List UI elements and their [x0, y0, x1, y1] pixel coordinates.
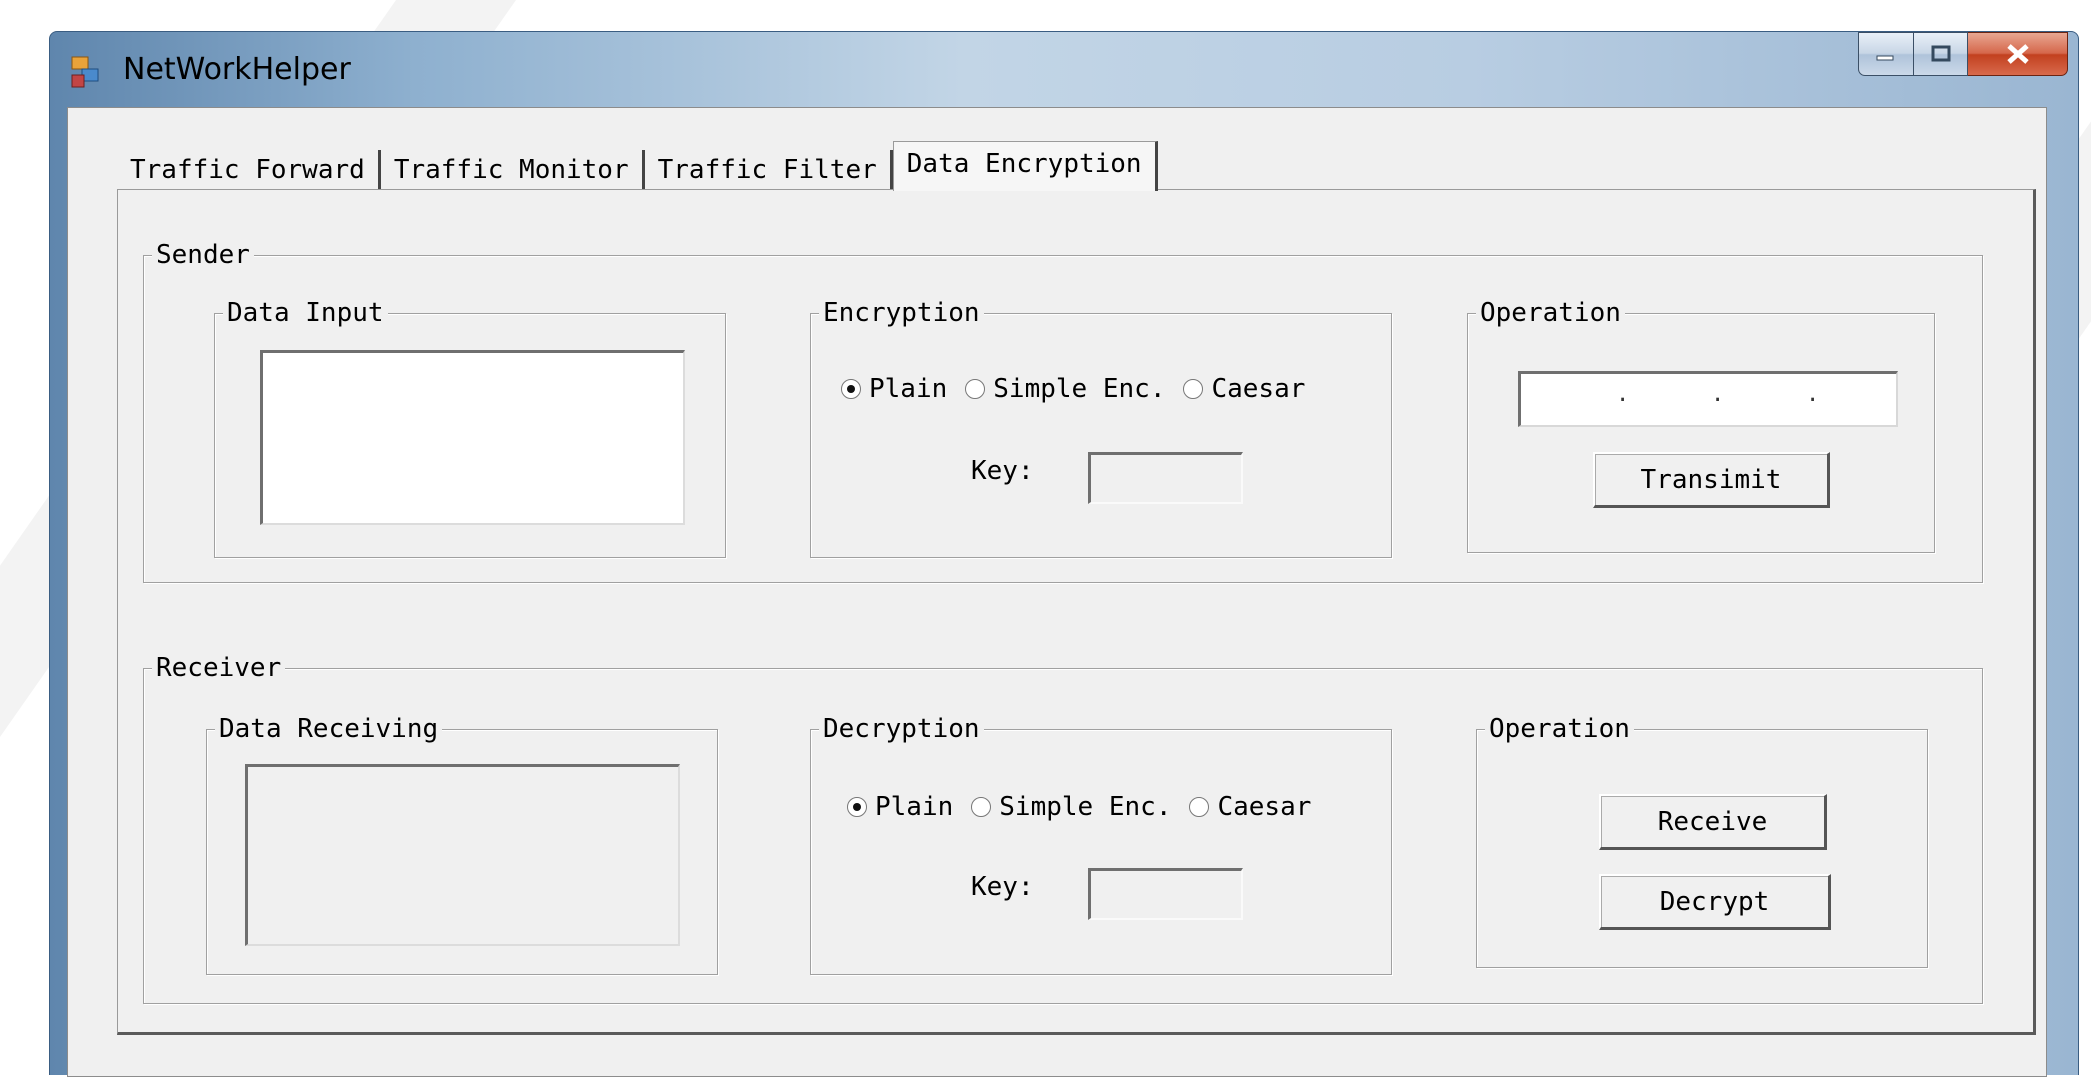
tab-traffic-filter[interactable]: Traffic Filter — [645, 150, 893, 190]
close-icon — [2006, 44, 2029, 64]
data-encryption-panel: Sender Data Input Encryption Plain Simpl… — [117, 189, 2036, 1035]
window-controls — [1858, 32, 2068, 78]
encryption-option-label: Caesar — [1211, 374, 1306, 404]
radio-unselected-icon — [1189, 797, 1210, 817]
radio-unselected-icon — [1183, 379, 1204, 399]
decryption-option-simple[interactable]: Simple Enc. — [971, 792, 1171, 822]
radio-selected-icon — [847, 797, 867, 817]
encryption-group: Encryption Plain Simple Enc. Caesar Key: — [810, 298, 1392, 558]
title-bar[interactable]: NetWorkHelper — [50, 32, 2078, 107]
minimize-button[interactable] — [1858, 32, 1914, 76]
sender-operation-group-title: Operation — [1476, 298, 1625, 328]
data-receiving-textarea[interactable] — [245, 764, 680, 946]
maximize-icon — [1931, 45, 1950, 62]
encryption-option-simple[interactable]: Simple Enc. — [965, 374, 1165, 404]
decrypt-button[interactable]: Decrypt — [1599, 874, 1831, 930]
minimize-icon — [1876, 55, 1894, 61]
receiver-operation-group-title: Operation — [1485, 714, 1634, 744]
encryption-option-plain[interactable]: Plain — [841, 374, 947, 404]
decryption-option-caesar[interactable]: Caesar — [1189, 792, 1311, 822]
radio-selected-icon — [841, 379, 861, 399]
data-input-group: Data Input — [214, 298, 726, 558]
decryption-option-plain[interactable]: Plain — [847, 792, 953, 822]
network-app-icon — [71, 56, 99, 88]
ip-separator: . — [1711, 382, 1725, 407]
ip-separator: . — [1616, 382, 1630, 407]
app-window: NetWorkHelper Traffic Forward Traffic Mo… — [49, 31, 2079, 1077]
maximize-button[interactable] — [1914, 32, 1968, 76]
encryption-option-label: Simple Enc. — [993, 374, 1166, 404]
radio-unselected-icon — [965, 379, 986, 399]
encryption-option-label: Plain — [869, 374, 948, 404]
tab-data-encryption[interactable]: Data Encryption — [892, 141, 1158, 191]
decryption-option-label: Simple Enc. — [999, 792, 1172, 822]
encryption-key-label: Key: — [971, 456, 1034, 486]
receive-button[interactable]: Receive — [1599, 794, 1827, 850]
ip-address-input[interactable]: . . . — [1518, 371, 1898, 427]
tab-strip: Traffic Forward Traffic Monitor Traffic … — [117, 141, 1158, 191]
decryption-option-label: Caesar — [1217, 792, 1312, 822]
data-receiving-group: Data Receiving — [206, 714, 718, 975]
data-input-group-title: Data Input — [223, 298, 388, 328]
decryption-group: Decryption Plain Simple Enc. Caesar Key: — [810, 714, 1392, 975]
ip-separator: . — [1806, 382, 1820, 407]
encryption-key-input[interactable] — [1088, 452, 1243, 504]
transmit-button[interactable]: Transimit — [1593, 452, 1830, 508]
close-button[interactable] — [1968, 32, 2068, 76]
window-title: NetWorkHelper — [123, 52, 351, 87]
encryption-radio-group: Plain Simple Enc. Caesar — [841, 374, 1323, 404]
data-input-textarea[interactable] — [260, 350, 685, 525]
sender-group: Sender Data Input Encryption Plain Simpl… — [143, 240, 1983, 583]
sender-operation-group: Operation . . . Transimit — [1467, 298, 1935, 553]
window-client-area: Traffic Forward Traffic Monitor Traffic … — [67, 107, 2047, 1077]
data-receiving-group-title: Data Receiving — [215, 714, 443, 744]
receiver-operation-group: Operation Receive Decrypt — [1476, 714, 1928, 968]
decryption-key-input[interactable] — [1088, 868, 1243, 920]
receiver-group-title: Receiver — [152, 653, 286, 683]
radio-unselected-icon — [971, 797, 992, 817]
decryption-group-title: Decryption — [819, 714, 984, 744]
sender-group-title: Sender — [152, 240, 254, 270]
tab-traffic-forward[interactable]: Traffic Forward — [117, 150, 381, 190]
encryption-option-caesar[interactable]: Caesar — [1183, 374, 1305, 404]
tab-traffic-monitor[interactable]: Traffic Monitor — [381, 150, 645, 190]
encryption-group-title: Encryption — [819, 298, 984, 328]
decryption-option-label: Plain — [875, 792, 954, 822]
decryption-radio-group: Plain Simple Enc. Caesar — [847, 792, 1329, 822]
receiver-group: Receiver Data Receiving Decryption Plain — [143, 653, 1983, 1004]
decryption-key-label: Key: — [971, 872, 1034, 902]
